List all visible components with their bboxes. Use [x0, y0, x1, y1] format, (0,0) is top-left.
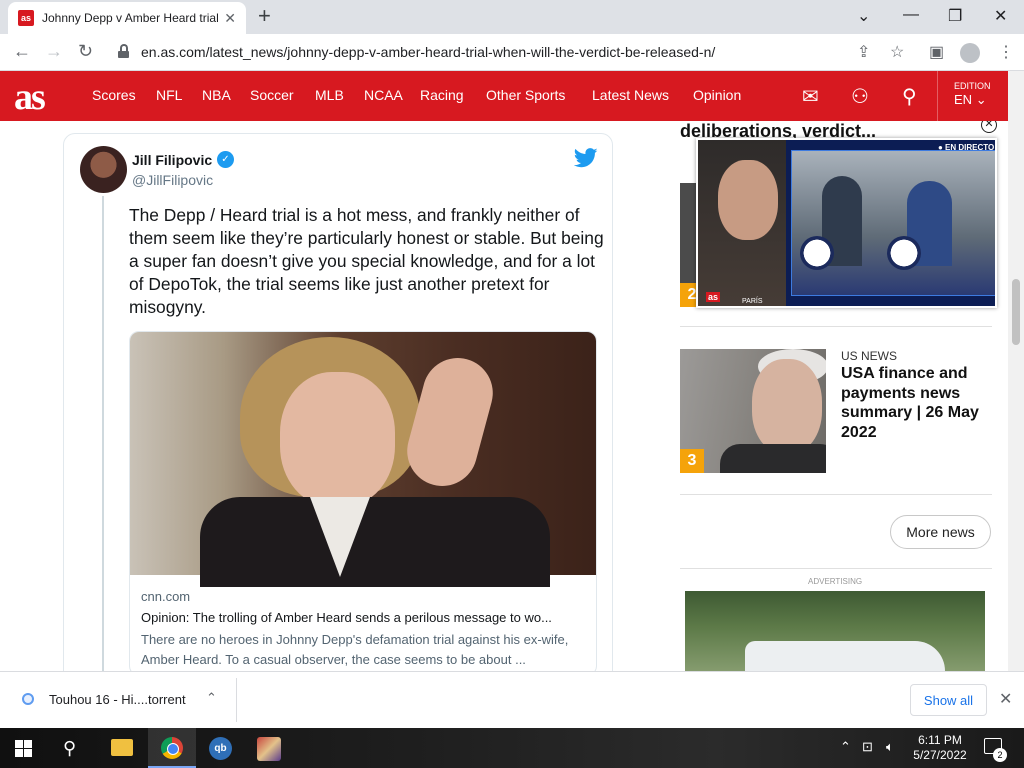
menu-kebab-icon[interactable]: ⋮ [998, 42, 1014, 62]
window-close-icon[interactable]: ✕ [994, 6, 1007, 26]
ad-label: ADVERTISING [808, 577, 863, 586]
chevron-down-icon: ⌄ [975, 92, 987, 107]
sidebar-item-3-kicker[interactable]: US NEWS [841, 349, 897, 363]
verified-badge-icon: ✓ [217, 151, 234, 168]
as-logo[interactable]: as [14, 75, 46, 119]
edition-label: EDITION [954, 81, 991, 91]
browser-toolbar: ← → ↻ en.as.com/latest_news/johnny-depp-… [0, 34, 1024, 71]
nav-racing[interactable]: Racing [420, 87, 464, 103]
video-location: PARÍS [742, 298, 763, 305]
tab-close-icon[interactable]: ✕ [224, 10, 236, 27]
reload-icon[interactable]: ↻ [78, 41, 93, 62]
share-icon[interactable]: ⇪ [857, 42, 870, 62]
clock-time: 6:11 PM [918, 733, 962, 747]
mail-icon[interactable]: ✉ [802, 84, 819, 109]
search-icon[interactable]: ⚲ [902, 84, 917, 109]
page-scrollbar[interactable] [1008, 71, 1024, 671]
lock-icon[interactable] [118, 44, 129, 58]
forward-icon[interactable]: → [45, 41, 63, 62]
edition-value: EN [954, 92, 973, 107]
restore-icon[interactable]: ❐ [948, 6, 962, 26]
bookmark-star-icon[interactable]: ☆ [890, 42, 904, 62]
show-all-button[interactable]: Show all [910, 684, 987, 716]
back-icon[interactable]: ← [13, 41, 31, 62]
download-file-name[interactable]: Touhou 16 - Hi....torrent [49, 692, 186, 707]
nav-soccer[interactable]: Soccer [250, 87, 294, 103]
floating-video-player[interactable]: ● EN DIRECTO as PARÍS [696, 138, 997, 308]
new-tab-icon[interactable]: + [258, 5, 271, 27]
card-title[interactable]: Opinion: The trolling of Amber Heard sen… [141, 610, 586, 625]
notification-count-badge: 2 [993, 748, 1007, 762]
twitter-bird-icon[interactable] [574, 148, 598, 168]
divider [680, 568, 992, 569]
windows-start-icon[interactable] [15, 740, 32, 757]
card-image[interactable] [130, 332, 596, 587]
minimize-icon[interactable]: — [903, 6, 919, 24]
site-header: as Scores NFL NBA Soccer MLB NCAA Racing… [0, 71, 1008, 121]
site-favicon: as [18, 10, 34, 26]
torrent-file-icon [22, 693, 34, 705]
tweet-author-name[interactable]: Jill Filipovic [132, 152, 212, 168]
system-clock[interactable]: 6:11 PM 5/27/2022 [912, 733, 968, 763]
taskbar-search-icon[interactable]: ⚲ [63, 738, 76, 759]
tray-chevron-up-icon[interactable]: ⌃ [840, 739, 851, 755]
embedded-tweet[interactable]: Jill Filipovic ✓ @JillFilipovic The Depp… [63, 133, 613, 671]
advertisement-image[interactable] [685, 591, 985, 671]
tab-strip: as Johnny Depp v Amber Heard trial ✕ + ⌄… [0, 0, 1024, 34]
tab-search-icon[interactable]: ⌄ [857, 6, 870, 26]
user-icon[interactable]: ⚇ [851, 84, 869, 109]
link-card[interactable]: cnn.com Opinion: The trolling of Amber H… [129, 331, 597, 671]
windows-taskbar: ⚲ qb ⌃ ⊡ 🔈︎ 6:11 PM 5/27/2022 2 [0, 728, 1024, 768]
nav-mlb[interactable]: MLB [315, 87, 344, 103]
nav-latest-news[interactable]: Latest News [592, 87, 669, 103]
nav-scores[interactable]: Scores [92, 87, 136, 103]
edition-selector[interactable]: EDITION EN ⌄ [937, 71, 1008, 121]
scrollbar-thumb[interactable] [1012, 279, 1020, 345]
tweet-avatar[interactable] [80, 146, 127, 193]
game-app-icon[interactable] [257, 737, 281, 761]
nav-opinion[interactable]: Opinion [693, 87, 741, 103]
file-explorer-icon[interactable] [111, 739, 133, 756]
nav-ncaa[interactable]: NCAA [364, 87, 403, 103]
video-studio-view [791, 150, 995, 296]
divider [236, 678, 237, 722]
page-content: Jill Filipovic ✓ @JillFilipovic The Depp… [0, 121, 1008, 671]
chevron-up-icon[interactable]: ⌃ [206, 690, 217, 706]
tweet-author-handle[interactable]: @JillFilipovic [132, 172, 213, 188]
live-indicator: ● EN DIRECTO [938, 143, 995, 152]
card-description: There are no heroes in Johnny Depp's def… [141, 632, 569, 667]
divider [680, 494, 992, 495]
download-bar: Touhou 16 - Hi....torrent ⌃ Show all ✕ [0, 671, 1024, 728]
chrome-icon[interactable] [161, 737, 183, 759]
browser-tab[interactable]: as Johnny Depp v Amber Heard trial ✕ [8, 2, 246, 34]
side-panel-icon[interactable]: ▣ [929, 42, 944, 62]
nav-nfl[interactable]: NFL [156, 87, 182, 103]
download-bar-close-icon[interactable]: ✕ [999, 689, 1012, 709]
divider [680, 326, 992, 327]
thread-line [102, 196, 104, 671]
video-close-icon[interactable]: ✕ [981, 121, 997, 133]
network-icon[interactable]: ⊡ [862, 739, 873, 755]
more-news-button[interactable]: More news [890, 515, 991, 549]
video-brand: as [706, 292, 721, 302]
tweet-text: The Depp / Heard trial is a hot mess, an… [129, 205, 604, 317]
clock-date: 5/27/2022 [913, 748, 967, 762]
sidebar-item-3-headline[interactable]: USA finance and payments news summary | … [841, 364, 991, 442]
volume-icon[interactable]: 🔈︎ [886, 739, 894, 755]
rank-badge-3: 3 [680, 449, 704, 473]
profile-avatar-icon[interactable] [960, 43, 980, 63]
card-source: cnn.com [141, 589, 191, 604]
qbittorrent-icon[interactable]: qb [209, 737, 232, 760]
nav-other-sports[interactable]: Other Sports [486, 87, 565, 103]
nav-nba[interactable]: NBA [202, 87, 231, 103]
video-left-camera [698, 140, 786, 306]
address-bar[interactable]: en.as.com/latest_news/johnny-depp-v-ambe… [141, 44, 715, 60]
tab-title: Johnny Depp v Amber Heard trial [42, 11, 219, 25]
